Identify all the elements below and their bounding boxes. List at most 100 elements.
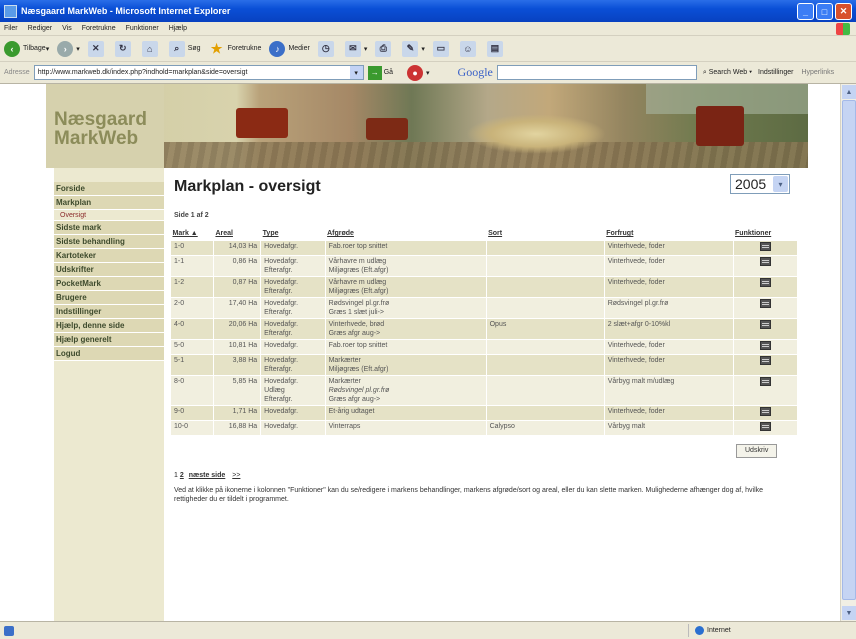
address-label: Adresse [4, 69, 30, 76]
google-search-input[interactable] [496, 65, 697, 80]
table-row: 1-0 14,03 Ha Hovedafgr. Fab.roer top snitte… [170, 239, 799, 256]
nav-item-logud[interactable]: Logud [54, 347, 164, 361]
cell-afgrode-line: Græs 1 slæt juli-> [328, 308, 385, 316]
media-button[interactable]: ♪ Medier [269, 40, 310, 57]
cell-afgrode: Rødsvingel pl.gr.frø Græs 1 slæt juli-> [324, 296, 487, 319]
home-button[interactable]: ⌂ [141, 40, 161, 57]
scroll-up-icon[interactable]: ▲ [842, 85, 856, 99]
go-button[interactable]: → Gå [367, 65, 393, 80]
functions-menu-icon[interactable] [759, 376, 771, 386]
search-button[interactable]: ⌕ Søg [168, 40, 201, 57]
markweb-page: Næsgaard MarkWeb Forside Markplan Oversi… [46, 84, 808, 621]
nav-item-indstillinger[interactable]: Indstillinger [54, 305, 164, 319]
col-forfrugt[interactable]: Forfrugt [604, 228, 733, 240]
hyperlinks-button[interactable]: Hyperlinks [801, 69, 834, 76]
pager-next-link[interactable]: næste side [189, 472, 226, 479]
functions-menu-icon[interactable] [759, 340, 771, 350]
col-funktioner: Funktioner [735, 230, 772, 238]
functions-menu-icon[interactable] [759, 256, 771, 266]
history-button[interactable]: ◷ [317, 40, 337, 57]
favorites-button[interactable]: ★ Foretrukne [209, 41, 262, 57]
cell-type-line: Efterafgr. [264, 329, 293, 337]
cell-areal: 14,03 Ha [212, 239, 262, 256]
functions-menu-icon[interactable] [759, 355, 771, 365]
nav-item-markplan[interactable]: Markplan [54, 196, 164, 210]
maximize-button[interactable]: □ [816, 3, 833, 20]
menu-tools[interactable]: Funktioner [126, 25, 159, 32]
url-dropdown-icon[interactable]: ▾ [349, 66, 363, 79]
functions-menu-icon[interactable] [759, 406, 771, 416]
help-note: Ved at klikke på ikonerne i kolonnen "Fu… [174, 487, 764, 503]
forward-button[interactable]: › ▾ [57, 40, 80, 57]
year-value: 2005 [735, 176, 767, 192]
col-sort[interactable]: Sort [486, 228, 604, 240]
cell-forfrugt: Vinterhvede, foder [603, 404, 734, 421]
site-logo[interactable]: Næsgaard MarkWeb [54, 110, 147, 148]
minimize-button[interactable]: _ [797, 3, 814, 20]
close-button[interactable]: ✕ [835, 3, 852, 20]
mail-button[interactable]: ✉ ▾ [344, 40, 367, 57]
nav-item-pocketmark[interactable]: PocketMark [54, 277, 164, 291]
nav-item-kartoteker[interactable]: Kartoteker [54, 249, 164, 263]
scroll-thumb[interactable] [842, 100, 856, 600]
toolbar-extra-button[interactable]: ● ▾ [407, 64, 430, 81]
col-type[interactable]: Type [261, 228, 325, 240]
functions-menu-icon[interactable] [759, 421, 771, 431]
back-button[interactable]: ‹ Tilbage ▾ [4, 40, 49, 57]
menu-favorites[interactable]: Foretrukne [82, 25, 116, 32]
page-title: Markplan - oversigt [174, 178, 321, 195]
nav-item-hjaelp-denne-side[interactable]: Hjælp, denne side [54, 319, 164, 333]
functions-menu-icon[interactable] [759, 277, 771, 287]
cell-sort [485, 239, 605, 256]
functions-menu-icon[interactable] [759, 298, 771, 308]
window-controls: _ □ ✕ [797, 3, 852, 20]
edit-button[interactable]: ✎ ▾ [402, 40, 425, 57]
messenger-button[interactable]: ☺ [459, 40, 479, 57]
pager-current: 1 [174, 472, 178, 479]
menu-file[interactable]: Filer [4, 25, 18, 32]
refresh-button[interactable]: ↻ [114, 40, 134, 57]
google-options-button[interactable]: Indstillinger [758, 69, 793, 76]
folder-button[interactable]: ▭ [432, 40, 452, 57]
nav-item-forside[interactable]: Forside [54, 182, 164, 196]
pager-next-arrow[interactable]: >> [232, 472, 240, 479]
cell-afgrode-line: Græs afgr aug-> [328, 329, 381, 337]
cell-areal: 5,85 Ha [212, 374, 262, 406]
page-status-icon [4, 625, 14, 636]
url-field[interactable]: http://www.markweb.dk/index.php?indhold=… [33, 65, 364, 80]
functions-menu-icon[interactable] [759, 241, 771, 251]
back-arrow-icon: ‹ [4, 40, 20, 57]
functions-menu-icon[interactable] [759, 319, 771, 329]
col-areal[interactable]: Areal [213, 228, 260, 240]
nav-item-hjaelp-generelt[interactable]: Hjælp generelt [54, 333, 164, 347]
stop-button[interactable]: ✕ [87, 40, 107, 57]
nav-item-sidste-mark[interactable]: Sidste mark [54, 221, 164, 235]
cell-type: Hovedafgr. [260, 419, 326, 436]
browser-viewport: Næsgaard MarkWeb Forside Markplan Oversi… [0, 84, 840, 621]
cell-afgrode-line: Vårhavre m udlæg [328, 257, 387, 265]
search-web-button[interactable]: ⌕ Search Web ▾ [703, 69, 752, 77]
menu-view[interactable]: Vis [62, 25, 72, 32]
cell-funktioner [732, 239, 799, 256]
cell-forfrugt: Rødsvingel pl.gr.frø [603, 296, 734, 319]
vertical-scrollbar[interactable]: ▲ ▼ [840, 84, 856, 621]
nav-subitem-oversigt[interactable]: Oversigt [54, 210, 164, 221]
chevron-down-icon[interactable]: ▾ [773, 176, 788, 192]
print-toolbar-button[interactable]: ⎙ [375, 40, 394, 57]
year-select[interactable]: 2005 ▾ [730, 174, 790, 194]
page-info: Side 1 af 2 [174, 212, 209, 219]
print-button[interactable]: Udskriv [736, 444, 778, 458]
menu-help[interactable]: Hjælp [169, 25, 187, 32]
menu-edit[interactable]: Rediger [28, 25, 53, 32]
nav-item-udskrifter[interactable]: Udskrifter [54, 263, 164, 277]
markplan-table: Mark ▲ Areal Type Afgrøde Sort Forfrugt … [170, 228, 799, 436]
col-afgrode[interactable]: Afgrøde [325, 228, 486, 240]
search-label: Søg [187, 45, 201, 52]
research-button[interactable]: ▤ [486, 40, 506, 57]
cell-afgrode-line: Miljøgræs (Eft.afgr) [328, 365, 389, 373]
nav-item-brugere[interactable]: Brugere [54, 291, 164, 305]
pager-page-2[interactable]: 2 [180, 472, 184, 479]
nav-item-sidste-behandling[interactable]: Sidste behandling [54, 235, 164, 249]
scroll-down-icon[interactable]: ▼ [842, 606, 856, 620]
col-mark[interactable]: Mark ▲ [171, 228, 214, 240]
